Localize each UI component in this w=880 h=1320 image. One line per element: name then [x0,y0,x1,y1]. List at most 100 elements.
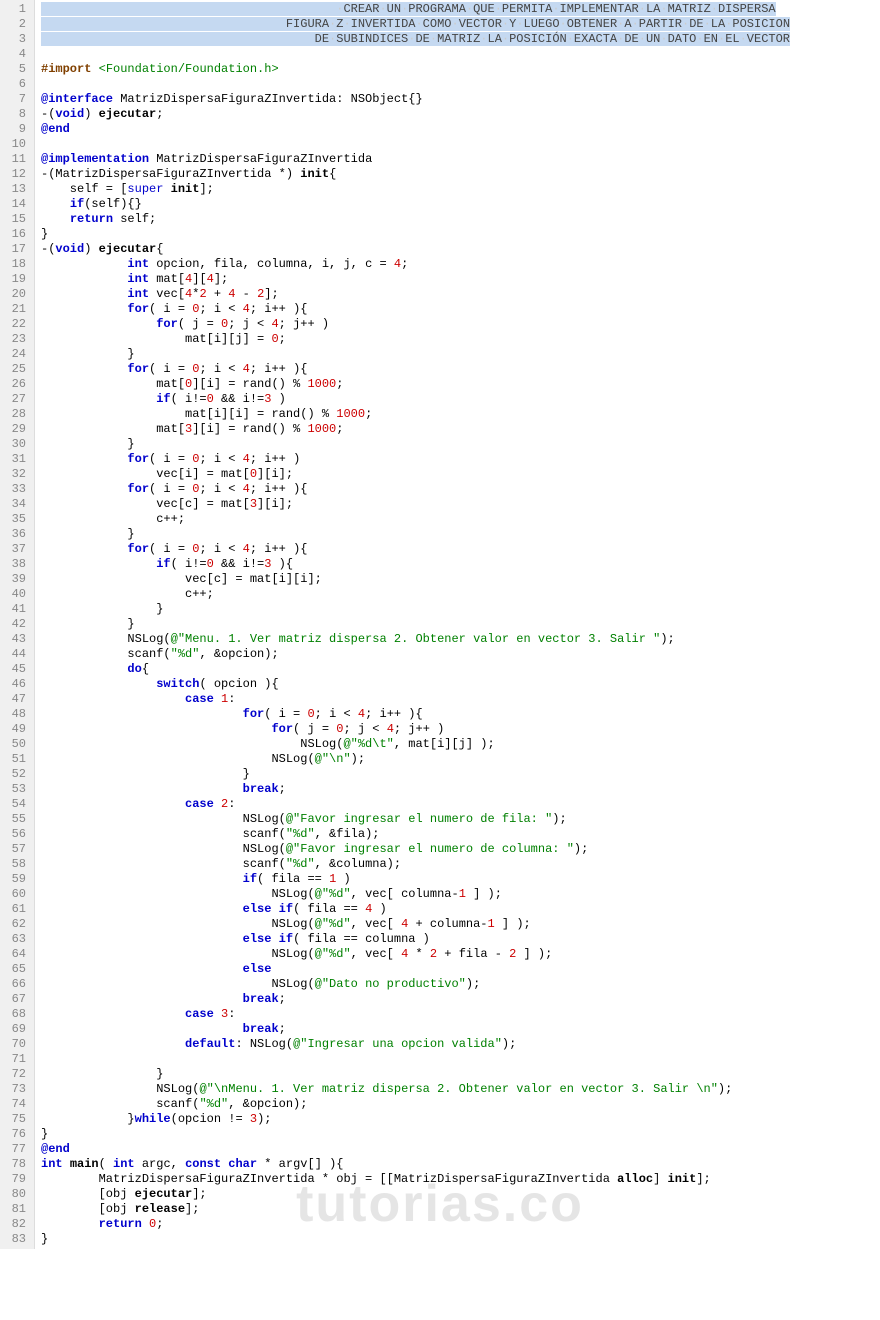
code-line[interactable]: } [41,527,880,542]
line-number: 35 [4,512,26,527]
code-line[interactable]: }while(opcion != 3); [41,1112,880,1127]
code-line[interactable]: [obj release]; [41,1202,880,1217]
line-number: 32 [4,467,26,482]
code-line[interactable]: [obj ejecutar]; [41,1187,880,1202]
code-line[interactable]: return self; [41,212,880,227]
code-line[interactable]: NSLog(@"Menu. 1. Ver matriz dispersa 2. … [41,632,880,647]
code-line[interactable]: @implementation MatrizDispersaFiguraZInv… [41,152,880,167]
line-number: 61 [4,902,26,917]
code-line[interactable] [41,47,880,62]
code-line[interactable] [41,77,880,92]
line-number: 42 [4,617,26,632]
code-line[interactable]: NSLog(@"%d", vec[ columna-1 ] ); [41,887,880,902]
code-line[interactable]: DE·SUBINDICES·DE·MATRIZ·LA·POSICIÓN·EXAC… [41,32,880,47]
code-line[interactable]: NSLog(@"\n"); [41,752,880,767]
code-line[interactable]: case 2: [41,797,880,812]
line-number: 59 [4,872,26,887]
code-line[interactable]: NSLog(@"%d", vec[ 4 + columna-1 ] ); [41,917,880,932]
code-line[interactable]: if( fila == 1 ) [41,872,880,887]
code-line[interactable]: } [41,1067,880,1082]
code-line[interactable]: @interface MatrizDispersaFiguraZInvertid… [41,92,880,107]
code-line[interactable]: NSLog(@"\nMenu. 1. Ver matriz dispersa 2… [41,1082,880,1097]
code-line[interactable]: if(self){} [41,197,880,212]
code-line[interactable]: case 3: [41,1007,880,1022]
code-line[interactable]: NSLog(@"%d", vec[ 4 * 2 + fila - 2 ] ); [41,947,880,962]
line-number: 40 [4,587,26,602]
code-line[interactable]: self = [super init]; [41,182,880,197]
code-line[interactable]: } [41,617,880,632]
code-line[interactable]: for( j = 0; j < 4; j++ ) [41,722,880,737]
line-number: 38 [4,557,26,572]
code-line[interactable]: } [41,1127,880,1142]
code-line[interactable]: scanf("%d", &opcion); [41,1097,880,1112]
code-line[interactable]: break; [41,782,880,797]
code-line[interactable]: for( i = 0; i < 4; i++ ) [41,452,880,467]
code-line[interactable]: if( i!=0 && i!=3 ) [41,392,880,407]
line-number: 44 [4,647,26,662]
code-line[interactable]: scanf("%d", &columna); [41,857,880,872]
code-line[interactable]: scanf("%d", &opcion); [41,647,880,662]
code-line[interactable]: do{ [41,662,880,677]
code-line[interactable]: c++; [41,512,880,527]
code-line[interactable]: } [41,602,880,617]
code-line[interactable]: for( j = 0; j < 4; j++ ) [41,317,880,332]
code-line[interactable]: switch( opcion ){ [41,677,880,692]
code-line[interactable] [41,1052,880,1067]
code-line[interactable]: } [41,227,880,242]
line-number: 70 [4,1037,26,1052]
code-line[interactable]: if( i!=0 && i!=3 ){ [41,557,880,572]
code-line[interactable]: -(MatrizDispersaFiguraZInvertida *) init… [41,167,880,182]
code-line[interactable]: int opcion, fila, columna, i, j, c = 4; [41,257,880,272]
code-line[interactable]: break; [41,992,880,1007]
code-line[interactable]: } [41,767,880,782]
code-line[interactable]: int main( int argc, const char * argv[] … [41,1157,880,1172]
code-line[interactable]: for( i = 0; i < 4; i++ ){ [41,362,880,377]
code-line[interactable]: break; [41,1022,880,1037]
code-line[interactable]: mat[i][j] = 0; [41,332,880,347]
code-line[interactable]: case 1: [41,692,880,707]
code-line[interactable] [41,137,880,152]
code-area[interactable]: ·CREAR·UN·PROGRAMA·QUE·PERMITA·IMPLEMENT… [35,0,880,1249]
code-line[interactable]: vec[c] = mat[i][i]; [41,572,880,587]
code-line[interactable]: FIGURA·Z·INVERTIDA·COMO·VECTOR·Y·LUEGO·O… [41,17,880,32]
code-line[interactable]: for( i = 0; i < 4; i++ ){ [41,707,880,722]
code-editor[interactable]: 1234567891011121314151617181920212223242… [0,0,880,1249]
code-line[interactable]: @end [41,1142,880,1157]
code-line[interactable]: for( i = 0; i < 4; i++ ){ [41,482,880,497]
code-line[interactable]: else [41,962,880,977]
code-line[interactable]: ·CREAR·UN·PROGRAMA·QUE·PERMITA·IMPLEMENT… [41,2,880,17]
code-line[interactable]: else if( fila == columna ) [41,932,880,947]
code-line[interactable]: int vec[4*2 + 4 - 2]; [41,287,880,302]
code-line[interactable]: NSLog(@"%d\t", mat[i][j] ); [41,737,880,752]
code-line[interactable]: else if( fila == 4 ) [41,902,880,917]
code-line[interactable]: c++; [41,587,880,602]
line-number: 22 [4,317,26,332]
code-line[interactable]: default: NSLog(@"Ingresar una opcion val… [41,1037,880,1052]
code-line[interactable]: @end [41,122,880,137]
code-line[interactable]: } [41,437,880,452]
code-line[interactable]: mat[3][i] = rand() % 1000; [41,422,880,437]
code-line[interactable]: -(void) ejecutar{ [41,242,880,257]
code-line[interactable]: mat[i][i] = rand() % 1000; [41,407,880,422]
code-line[interactable]: } [41,347,880,362]
code-line[interactable]: MatrizDispersaFiguraZInvertida * obj = [… [41,1172,880,1187]
code-line[interactable]: NSLog(@"Dato no productivo"); [41,977,880,992]
code-line[interactable]: for( i = 0; i < 4; i++ ){ [41,302,880,317]
code-line[interactable]: NSLog(@"Favor ingresar el numero de colu… [41,842,880,857]
code-line[interactable]: } [41,1232,880,1247]
line-number: 23 [4,332,26,347]
code-line[interactable]: vec[i] = mat[0][i]; [41,467,880,482]
code-line[interactable]: #import <Foundation/Foundation.h> [41,62,880,77]
code-line[interactable]: scanf("%d", &fila); [41,827,880,842]
line-number: 28 [4,407,26,422]
code-line[interactable]: NSLog(@"Favor ingresar el numero de fila… [41,812,880,827]
line-number: 41 [4,602,26,617]
code-line[interactable]: -(void) ejecutar; [41,107,880,122]
code-line[interactable]: int mat[4][4]; [41,272,880,287]
code-line[interactable]: return 0; [41,1217,880,1232]
code-line[interactable]: vec[c] = mat[3][i]; [41,497,880,512]
line-number: 30 [4,437,26,452]
line-number: 29 [4,422,26,437]
code-line[interactable]: mat[0][i] = rand() % 1000; [41,377,880,392]
code-line[interactable]: for( i = 0; i < 4; i++ ){ [41,542,880,557]
